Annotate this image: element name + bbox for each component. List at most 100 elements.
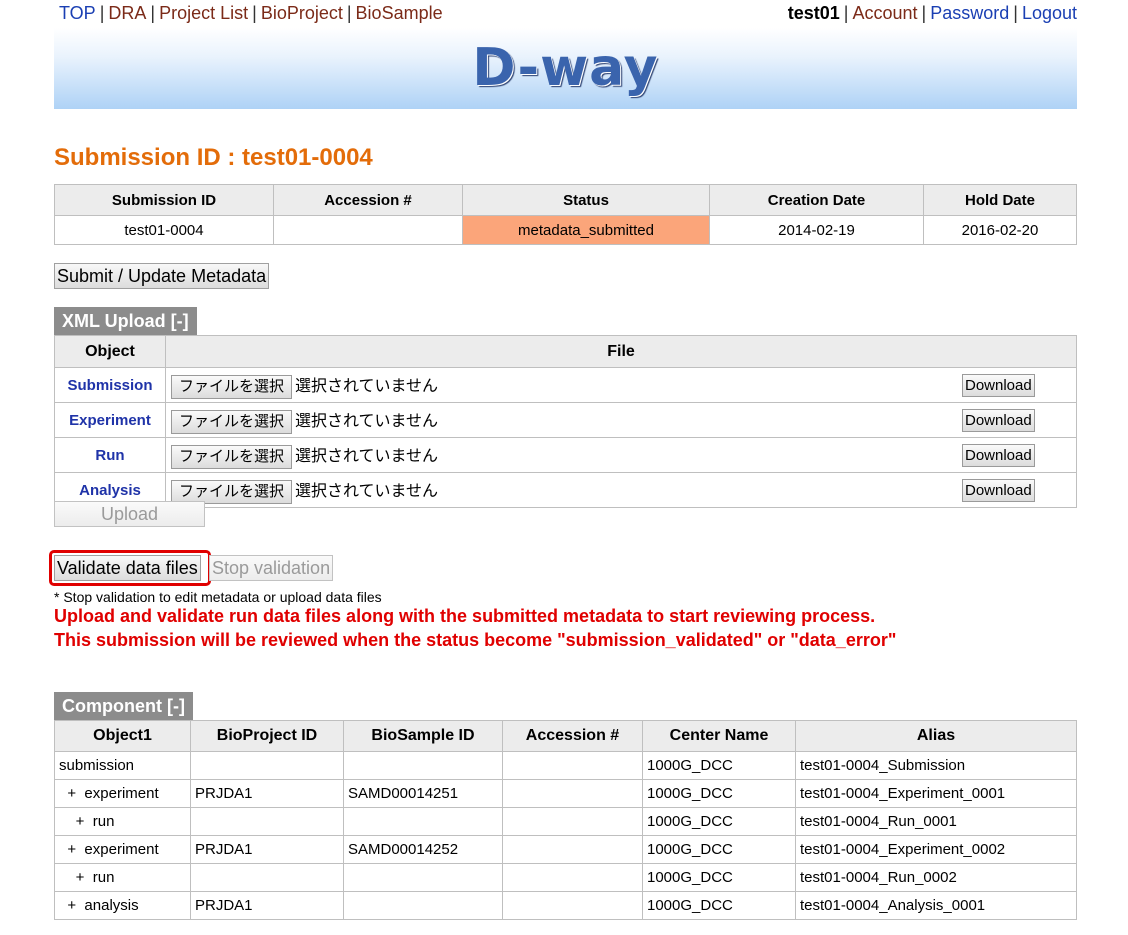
col-object: Object [54, 335, 166, 368]
xml-row-run: Run ファイルを選択 選択されていません Download [54, 437, 1077, 473]
submission-table-header: Submission ID Accession # Status Creatio… [54, 184, 1077, 216]
table-row: test01-0004 metadata_submitted 2014-02-1… [54, 215, 1077, 245]
biosample-cell [343, 863, 503, 892]
col-bioproject-id: BioProject ID [190, 720, 344, 752]
file-cell: ファイルを選択 選択されていません Download [165, 472, 1077, 508]
choose-file-button[interactable]: ファイルを選択 [171, 444, 293, 469]
download-button[interactable]: Download [962, 374, 1035, 397]
choose-file-button[interactable]: ファイルを選択 [171, 479, 293, 504]
biosample-cell [343, 891, 503, 920]
object-label: Submission [54, 367, 166, 403]
status-badge: metadata_submitted [462, 215, 710, 245]
component-table: Object1 BioProject ID BioSample ID Acces… [54, 720, 1077, 920]
center-name-cell: 1000G_DCC [642, 863, 796, 892]
accession-cell [502, 863, 643, 892]
table-row: + experiment PRJDA1 SAMD00014252 1000G_D… [54, 835, 1077, 864]
accession-cell [502, 779, 643, 808]
object-label: Experiment [54, 402, 166, 438]
stop-validation-button[interactable]: Stop validation [209, 555, 334, 581]
accession-cell [502, 807, 643, 836]
table-row: + run 1000G_DCC test01-0004_Run_0001 [54, 807, 1077, 836]
alias-cell: test01-0004_Submission [795, 751, 1077, 780]
nav-password-link[interactable]: Password [930, 3, 1009, 23]
xml-upload-table: Object File Submission ファイルを選択 選択されていません … [54, 335, 1077, 508]
nav-biosample-link[interactable]: BioSample [356, 3, 443, 23]
download-button[interactable]: Download [962, 479, 1035, 502]
object-cell: + experiment [54, 779, 191, 808]
alias-cell: test01-0004_Run_0001 [795, 807, 1077, 836]
center-name-cell: 1000G_DCC [642, 835, 796, 864]
biosample-cell [343, 751, 503, 780]
submission-id-value: test01-0004 [54, 215, 274, 245]
table-row: + run 1000G_DCC test01-0004_Run_0002 [54, 863, 1077, 892]
bioproject-cell [190, 751, 344, 780]
xml-upload-header: Object File [54, 335, 1077, 368]
bioproject-cell: PRJDA1 [190, 779, 344, 808]
xml-row-submission: Submission ファイルを選択 選択されていません Download [54, 367, 1077, 403]
accession-cell [502, 835, 643, 864]
object-cell: + run [54, 863, 191, 892]
page-title: Submission ID : test01-0004 [54, 144, 373, 171]
component-header: Object1 BioProject ID BioSample ID Acces… [54, 720, 1077, 752]
xml-upload-toggle[interactable]: XML Upload [-] [54, 307, 197, 335]
dway-logo[interactable]: D-way [54, 38, 1077, 98]
no-file-label: 選択されていません [295, 412, 439, 430]
component-toggle[interactable]: Component [-] [54, 692, 193, 720]
bioproject-cell [190, 863, 344, 892]
creation-date-value: 2014-02-19 [709, 215, 924, 245]
submission-table: Submission ID Accession # Status Creatio… [54, 184, 1077, 245]
alias-cell: test01-0004_Experiment_0002 [795, 835, 1077, 864]
xml-row-analysis: Analysis ファイルを選択 選択されていません Download [54, 472, 1077, 508]
nav-account-link[interactable]: Account [852, 3, 917, 23]
object-cell: + run [54, 807, 191, 836]
no-file-label: 選択されていません [295, 482, 439, 500]
col-accession: Accession # [502, 720, 643, 752]
no-file-label: 選択されていません [295, 377, 439, 395]
center-name-cell: 1000G_DCC [642, 751, 796, 780]
file-cell: ファイルを選択 選択されていません Download [165, 402, 1077, 438]
object-label: Run [54, 437, 166, 473]
bioproject-cell: PRJDA1 [190, 891, 344, 920]
center-name-cell: 1000G_DCC [642, 891, 796, 920]
col-alias: Alias [795, 720, 1077, 752]
xml-row-experiment: Experiment ファイルを選択 選択されていません Download [54, 402, 1077, 438]
biosample-cell: SAMD00014252 [343, 835, 503, 864]
file-cell: ファイルを選択 選択されていません Download [165, 367, 1077, 403]
col-file: File [165, 335, 1077, 368]
alias-cell: test01-0004_Analysis_0001 [795, 891, 1077, 920]
nav-top-link[interactable]: TOP [59, 3, 96, 23]
validate-data-files-button[interactable]: Validate data files [54, 555, 201, 581]
user-name: test01 [787, 3, 840, 23]
header-banner: D-way [54, 28, 1077, 109]
user-nav: test01 | Account | Password | Logout [787, 3, 1077, 23]
accession-cell [502, 751, 643, 780]
nav-logout-link[interactable]: Logout [1022, 3, 1077, 23]
nav-dra-link[interactable]: DRA [108, 3, 146, 23]
no-file-label: 選択されていません [295, 447, 439, 465]
nav-bioproject-link[interactable]: BioProject [261, 3, 343, 23]
choose-file-button[interactable]: ファイルを選択 [171, 374, 293, 399]
table-row: + experiment PRJDA1 SAMD00014251 1000G_D… [54, 779, 1077, 808]
col-submission-id: Submission ID [54, 184, 274, 216]
nav-project-list-link[interactable]: Project List [159, 3, 248, 23]
col-object1: Object1 [54, 720, 191, 752]
accession-cell [502, 891, 643, 920]
col-center-name: Center Name [642, 720, 796, 752]
submit-update-metadata-button[interactable]: Submit / Update Metadata [54, 263, 270, 289]
object-cell: + analysis [54, 891, 191, 920]
alias-cell: test01-0004_Experiment_0001 [795, 779, 1077, 808]
center-name-cell: 1000G_DCC [642, 779, 796, 808]
validation-note: * Stop validation to edit metadata or up… [54, 589, 382, 605]
alias-cell: test01-0004_Run_0002 [795, 863, 1077, 892]
col-biosample-id: BioSample ID [343, 720, 503, 752]
bioproject-cell [190, 807, 344, 836]
col-hold-date: Hold Date [923, 184, 1077, 216]
download-button[interactable]: Download [962, 444, 1035, 467]
download-button[interactable]: Download [962, 409, 1035, 432]
biosample-cell: SAMD00014251 [343, 779, 503, 808]
center-name-cell: 1000G_DCC [642, 807, 796, 836]
upload-button[interactable]: Upload [54, 501, 205, 527]
choose-file-button[interactable]: ファイルを選択 [171, 409, 293, 434]
bioproject-cell: PRJDA1 [190, 835, 344, 864]
col-creation-date: Creation Date [709, 184, 924, 216]
